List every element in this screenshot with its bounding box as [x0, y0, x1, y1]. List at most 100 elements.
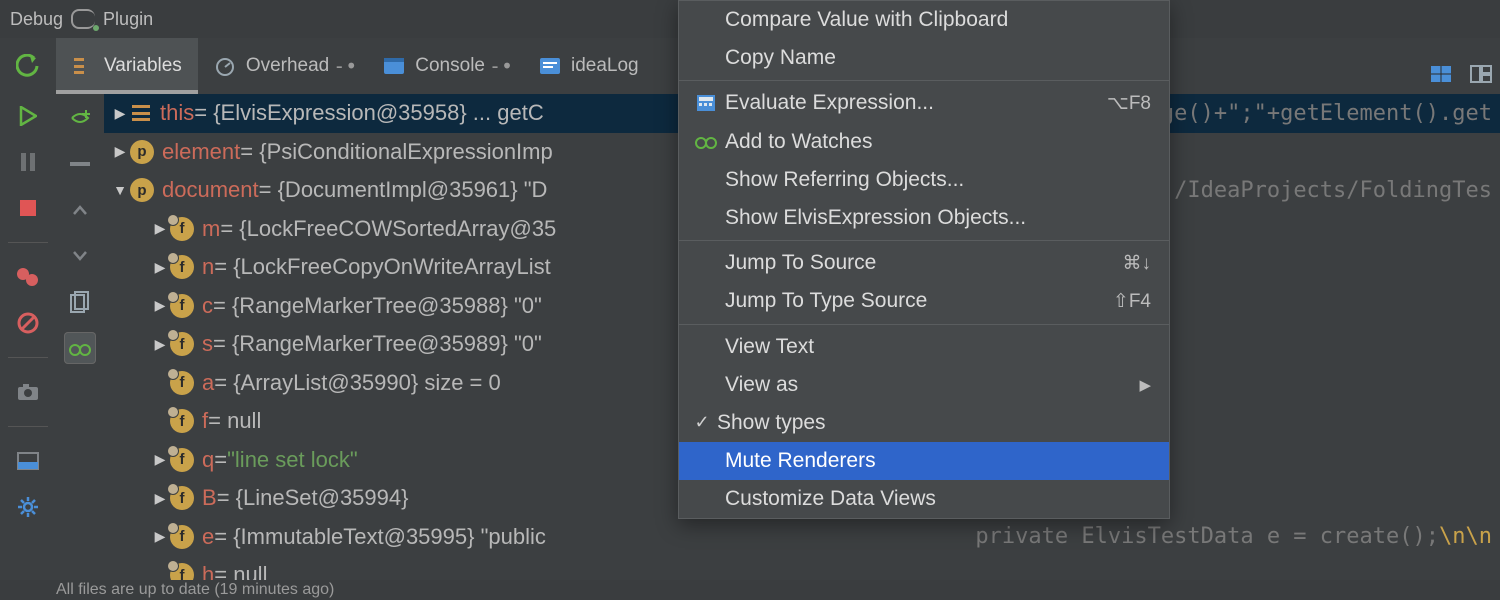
chevron-right-icon: ▶: [1139, 376, 1151, 394]
field-icon: f: [170, 448, 194, 472]
menu-jump-to-source[interactable]: Jump To Source⌘↓: [679, 244, 1169, 282]
variable-value: =: [214, 447, 227, 473]
variable-name: this: [160, 100, 194, 126]
remove-watch-button[interactable]: [64, 148, 96, 180]
menu-view-as[interactable]: View as▶: [679, 366, 1169, 404]
property-icon: p: [130, 178, 154, 202]
variable-value: = {LockFreeCOWSortedArray@35: [220, 216, 556, 242]
resume-button[interactable]: [14, 102, 42, 130]
variable-value: = {RangeMarkerTree@35988} "0": [213, 293, 542, 319]
camera-icon: [17, 383, 39, 401]
rerun-icon: [16, 54, 40, 78]
menu-mute-renderers[interactable]: Mute Renderers: [679, 442, 1169, 480]
variable-value: = {ArrayList@35990} size = 0: [214, 370, 501, 396]
label: View as: [725, 373, 1139, 397]
label: Variables: [104, 55, 182, 77]
settings-button[interactable]: [14, 493, 42, 521]
field-icon: f: [170, 486, 194, 510]
new-watch-button[interactable]: [64, 102, 96, 134]
variable-value: = {DocumentImpl@35961} "D: [259, 177, 548, 203]
chevron-right-icon[interactable]: ▶: [110, 105, 130, 122]
tab-console[interactable]: Console -•: [367, 38, 523, 94]
tab-overhead[interactable]: Overhead -•: [198, 38, 367, 94]
plugin-icon: [71, 9, 95, 29]
add-watch-icon: [68, 106, 92, 130]
label: Copy Name: [725, 46, 1151, 70]
menu-show-referring[interactable]: Show Referring Objects...: [679, 161, 1169, 199]
play-icon: [19, 106, 37, 126]
label: ideaLog: [571, 55, 639, 77]
debug-label: Debug: [10, 9, 63, 30]
field-icon: f: [170, 294, 194, 318]
variable-name: B: [202, 485, 217, 511]
menu-customize-data-views[interactable]: Customize Data Views: [679, 480, 1169, 518]
var-row-e[interactable]: ▶ f e = {ImmutableText@35995} "public pr…: [104, 518, 1500, 557]
label: Show types: [717, 411, 1151, 435]
variable-name: document: [162, 177, 259, 203]
menu-show-elvis-objects[interactable]: Show ElvisExpression Objects...: [679, 199, 1169, 237]
label: View Text: [725, 335, 1151, 359]
shortcut: ⌥F8: [1107, 92, 1151, 115]
move-up-button[interactable]: [64, 194, 96, 226]
rail-separator: [8, 426, 48, 427]
field-icon: f: [170, 409, 194, 433]
show-watches-button[interactable]: [64, 332, 96, 364]
stop-button[interactable]: [14, 194, 42, 222]
vars-mini-rail: [56, 94, 104, 600]
mute-breakpoints-button[interactable]: [14, 309, 42, 337]
breakpoints-button[interactable]: [14, 263, 42, 291]
glasses-icon: [68, 338, 92, 358]
menu-view-text[interactable]: View Text: [679, 328, 1169, 366]
log-icon: [539, 55, 561, 77]
menu-compare-clipboard[interactable]: Compare Value with Clipboard: [679, 1, 1169, 39]
label: Evaluate Expression...: [725, 91, 1107, 115]
variable-value: = {RangeMarkerTree@35989} "0": [213, 331, 542, 357]
menu-evaluate-expression[interactable]: Evaluate Expression...⌥F8: [679, 84, 1169, 122]
glasses-icon: [691, 134, 721, 150]
variables-tab-icon: [72, 55, 94, 77]
variable-name: s: [202, 331, 213, 357]
move-down-button[interactable]: [64, 240, 96, 272]
chevron-down-icon: [72, 250, 88, 262]
layout-button[interactable]: [14, 447, 42, 475]
menu-copy-name[interactable]: Copy Name: [679, 39, 1169, 77]
variable-name: e: [202, 524, 214, 550]
check-icon: ✓: [687, 412, 717, 433]
table-icon[interactable]: [1430, 64, 1452, 84]
layout-icon[interactable]: [1470, 64, 1492, 84]
mute-bp-icon: [17, 312, 39, 334]
shortcut: ⇧F4: [1113, 290, 1151, 313]
label: Show Referring Objects...: [725, 168, 1151, 192]
variable-context-menu: Compare Value with Clipboard Copy Name E…: [678, 0, 1170, 519]
chevron-right-icon[interactable]: ▶: [110, 143, 130, 160]
rerun-button[interactable]: [0, 38, 56, 94]
tab-variables[interactable]: Variables: [56, 38, 198, 94]
variable-value: = {ElvisExpression@35958} ... getC: [194, 100, 543, 126]
pin-icon[interactable]: -•: [489, 54, 507, 78]
variable-name: element: [162, 139, 240, 165]
pin-icon[interactable]: -•: [333, 54, 351, 78]
menu-jump-to-type-source[interactable]: Jump To Type Source⇧F4: [679, 282, 1169, 320]
debug-right-toolbar: [1430, 56, 1492, 92]
gear-icon: [17, 496, 39, 518]
chevron-down-icon[interactable]: ▼: [110, 182, 130, 198]
variable-name: m: [202, 216, 220, 242]
menu-add-to-watches[interactable]: Add to Watches: [679, 123, 1169, 161]
variable-value: = null: [208, 408, 261, 434]
left-rail: [0, 94, 56, 600]
menu-separator: [679, 324, 1169, 325]
variable-value: = {LockFreeCopyOnWriteArrayList: [214, 254, 550, 280]
pause-button[interactable]: [14, 148, 42, 176]
plugin-label: Plugin: [103, 9, 153, 30]
copy-watch-button[interactable]: [64, 286, 96, 318]
variable-name: n: [202, 254, 214, 280]
label: Console: [415, 55, 485, 77]
tab-idealog[interactable]: ideaLog: [523, 38, 655, 94]
camera-button[interactable]: [14, 378, 42, 406]
label: Jump To Source: [725, 251, 1123, 275]
stop-icon: [19, 199, 37, 217]
field-icon: f: [170, 525, 194, 549]
variable-name: c: [202, 293, 213, 319]
menu-show-types[interactable]: ✓Show types: [679, 404, 1169, 442]
variable-value: = {PsiConditionalExpressionImp: [240, 139, 552, 165]
